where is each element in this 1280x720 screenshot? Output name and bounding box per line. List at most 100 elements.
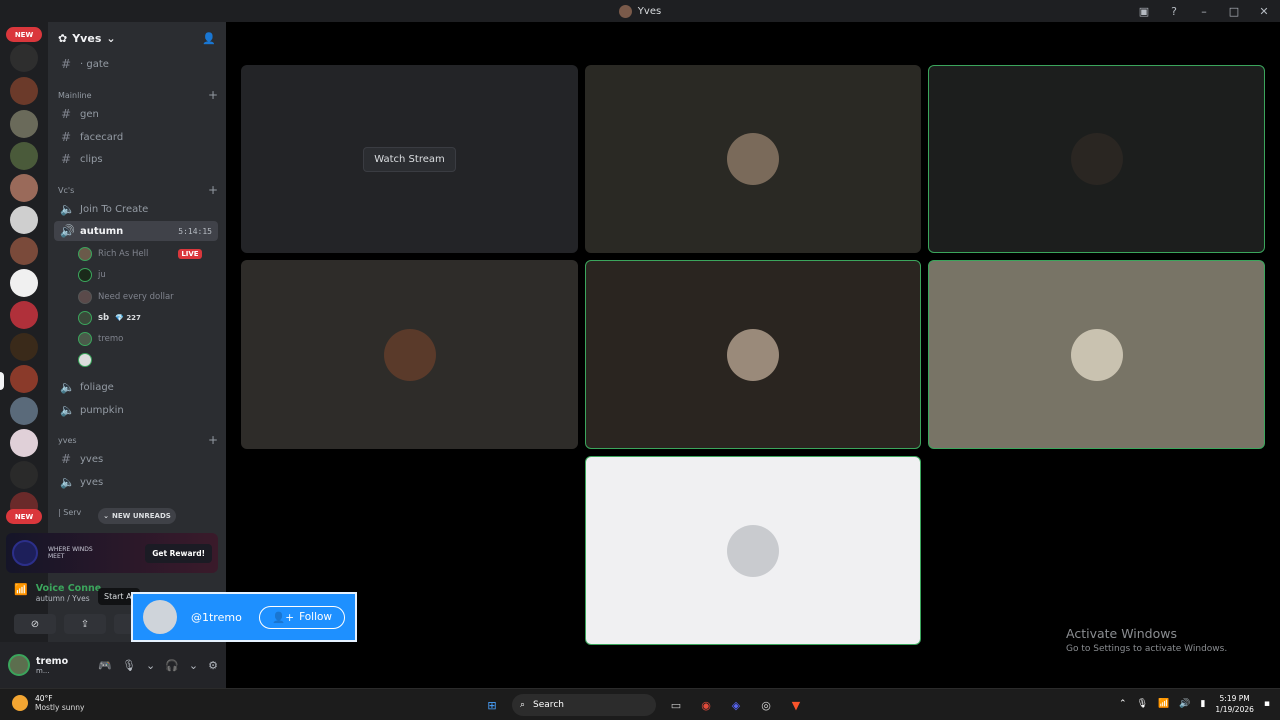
channel-clips[interactable]: # clips bbox=[54, 149, 218, 169]
channel-label: Join To Create bbox=[80, 203, 149, 215]
channel-yves-text[interactable]: # yves bbox=[54, 449, 218, 469]
channel-autumn[interactable]: 🔊 autumn 5:14:15 bbox=[54, 221, 218, 241]
participant-tile[interactable] bbox=[585, 456, 921, 645]
voice-user[interactable]: ju bbox=[78, 265, 218, 285]
battery-icon[interactable]: ▮ bbox=[1200, 699, 1205, 709]
follow-handle: @1tremo bbox=[191, 610, 242, 624]
server-avatar[interactable] bbox=[10, 174, 38, 202]
add-channel-icon[interactable]: + bbox=[208, 434, 218, 446]
live-badge: LIVE bbox=[178, 249, 202, 259]
microphone-icon[interactable]: 🎙 bbox=[1137, 699, 1148, 709]
window-title: Yves bbox=[618, 4, 662, 18]
participant-tile[interactable] bbox=[585, 260, 921, 449]
microphone-icon[interactable]: 🎙 bbox=[122, 659, 136, 672]
channel-gen[interactable]: # gen bbox=[54, 104, 218, 124]
voice-user[interactable]: tremo bbox=[78, 329, 218, 349]
screen-share-button[interactable]: ⇪ bbox=[64, 614, 106, 634]
channel-yves-voice[interactable]: 🔈 yves bbox=[54, 472, 218, 492]
guild-header[interactable]: ✿ Yves ⌄ 👤 bbox=[48, 22, 226, 54]
get-reward-button[interactable]: Get Reward! bbox=[145, 543, 212, 563]
brave-icon[interactable]: ▼ bbox=[786, 695, 806, 715]
channel-join-to-create[interactable]: 🔈 Join To Create bbox=[54, 199, 218, 219]
channel-foliage[interactable]: 🔈 foliage bbox=[54, 377, 218, 397]
gamepad-icon[interactable]: 🎮 bbox=[98, 659, 112, 672]
volume-icon[interactable]: 🔊 bbox=[1179, 699, 1190, 709]
title-bar: Yves ▣ ? – □ ✕ bbox=[0, 0, 1280, 22]
speaker-icon: 🔊 bbox=[60, 224, 75, 238]
server-avatar[interactable] bbox=[10, 461, 38, 489]
channel-gate[interactable]: # · gate bbox=[54, 54, 218, 74]
minimize-icon[interactable]: – bbox=[1196, 3, 1212, 19]
search-input[interactable]: ⌕ Search bbox=[512, 694, 656, 716]
inbox-icon[interactable]: ▣ bbox=[1136, 3, 1152, 19]
add-user-icon: 👤+ bbox=[272, 611, 295, 624]
follow-button[interactable]: 👤+ Follow bbox=[259, 605, 345, 629]
close-icon[interactable]: ✕ bbox=[1256, 3, 1272, 19]
task-view-icon[interactable]: ▭ bbox=[666, 695, 686, 715]
discord-icon[interactable]: ◈ bbox=[726, 695, 746, 715]
server-avatar[interactable] bbox=[10, 365, 38, 393]
camera-off-button[interactable]: ⊘ bbox=[14, 614, 56, 634]
maximize-icon[interactable]: □ bbox=[1226, 3, 1242, 19]
window-title-text: Yves bbox=[637, 5, 662, 17]
category-mainline[interactable]: Mainline + bbox=[58, 89, 218, 101]
channel-label: facecard bbox=[80, 131, 124, 143]
server-avatar[interactable] bbox=[10, 237, 38, 265]
chevron-down-icon[interactable]: ⌄ bbox=[189, 659, 198, 672]
promo-banner[interactable]: WHERE WINDS MEET Get Reward! bbox=[6, 533, 218, 573]
stream-tile[interactable]: Watch Stream bbox=[241, 65, 578, 253]
channel-facecard[interactable]: # facecard bbox=[54, 127, 218, 147]
channel-pumpkin[interactable]: 🔈 pumpkin bbox=[54, 400, 218, 420]
server-avatar[interactable] bbox=[10, 206, 38, 234]
voice-status[interactable]: 📶 Voice Conne autumn / Yves bbox=[14, 583, 101, 603]
watch-stream-button[interactable]: Watch Stream bbox=[363, 146, 456, 172]
chevron-up-icon[interactable]: ⌃ bbox=[1119, 699, 1127, 709]
server-icon bbox=[618, 4, 632, 18]
headphones-icon[interactable]: 🎧 bbox=[165, 659, 179, 672]
clock[interactable]: 5:19 PM 1/19/2026 bbox=[1215, 693, 1253, 715]
avatar[interactable] bbox=[8, 654, 30, 676]
settings-gear-icon[interactable]: ⚙ bbox=[208, 659, 218, 672]
voice-user[interactable]: Rich As Hell LIVE bbox=[78, 244, 218, 264]
notification-icon[interactable]: ▪ bbox=[1264, 699, 1270, 709]
voice-user[interactable]: sb 💎 227 bbox=[78, 308, 218, 328]
avatar bbox=[727, 328, 779, 381]
server-avatar[interactable] bbox=[10, 269, 38, 297]
invite-people-icon[interactable]: 👤 bbox=[202, 32, 216, 45]
app-icon[interactable]: ◎ bbox=[756, 695, 776, 715]
avatar bbox=[78, 268, 92, 282]
nitro-count-value: 227 bbox=[126, 314, 141, 322]
add-channel-icon[interactable]: + bbox=[208, 89, 218, 101]
server-avatar[interactable] bbox=[10, 77, 38, 105]
screen-share-icon: ⇪ bbox=[80, 618, 90, 630]
help-icon[interactable]: ? bbox=[1166, 3, 1182, 19]
avatar bbox=[78, 353, 92, 367]
server-avatar[interactable] bbox=[10, 44, 38, 72]
hash-icon: # bbox=[60, 130, 72, 144]
category-vcs[interactable]: Vc's + bbox=[58, 184, 218, 196]
server-avatar[interactable] bbox=[10, 397, 38, 425]
windows-start-icon[interactable]: ⊞ bbox=[482, 695, 502, 715]
clock-time: 5:19 PM bbox=[1219, 694, 1250, 703]
voice-user[interactable]: Need every dollar bbox=[78, 287, 218, 307]
category-yves[interactable]: yves + bbox=[58, 434, 218, 446]
participant-tile[interactable] bbox=[585, 65, 921, 253]
chevron-down-icon[interactable]: ⌄ bbox=[146, 659, 155, 672]
new-unreads-button[interactable]: ⌄ NEW UNREADS bbox=[98, 508, 176, 524]
chevron-down-icon: ⌄ bbox=[106, 31, 116, 45]
server-avatar[interactable] bbox=[10, 429, 38, 457]
participant-tile[interactable] bbox=[928, 260, 1265, 449]
participant-tile[interactable] bbox=[241, 260, 578, 449]
participant-tile[interactable] bbox=[928, 65, 1265, 253]
voice-timer: 5:14:15 bbox=[178, 226, 212, 236]
add-channel-icon[interactable]: + bbox=[208, 184, 218, 196]
weather-widget[interactable]: 40°F Mostly sunny bbox=[12, 694, 84, 712]
server-avatar[interactable] bbox=[10, 142, 38, 170]
wifi-icon[interactable]: 📶 bbox=[1158, 699, 1169, 709]
voice-user[interactable] bbox=[78, 350, 218, 370]
chrome-icon[interactable]: ◉ bbox=[696, 695, 716, 715]
server-avatar[interactable] bbox=[10, 333, 38, 361]
voice-user-name: sb bbox=[98, 313, 110, 323]
server-avatar[interactable] bbox=[10, 301, 38, 329]
server-avatar[interactable] bbox=[10, 110, 38, 138]
